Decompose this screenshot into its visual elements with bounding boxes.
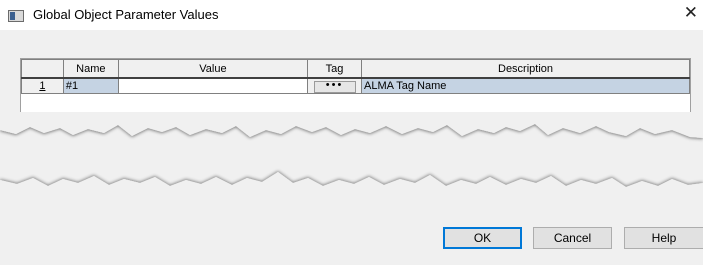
ellipsis-icon[interactable]: ••• (313, 80, 356, 93)
parameter-table: Name Value Tag Description 1 #1 ••• ALMA… (21, 59, 690, 94)
window-title: Global Object Parameter Values (33, 7, 219, 22)
name-column-header[interactable]: Name (62, 59, 119, 79)
close-icon[interactable]: ✕ (684, 3, 698, 23)
description-column-header[interactable]: Description (361, 59, 690, 79)
help-button[interactable]: Help (624, 227, 703, 249)
tag-column-header[interactable]: Tag (307, 59, 363, 79)
dialog-body: Name Value Tag Description 1 #1 ••• ALMA… (0, 30, 703, 265)
title-bar: Global Object Parameter Values ✕ (0, 0, 703, 30)
ok-button[interactable]: OK (443, 227, 522, 249)
description-cell[interactable]: ALMA Tag Name (361, 77, 690, 94)
parameter-grid: Name Value Tag Description 1 #1 ••• ALMA… (20, 58, 691, 120)
window-icon (8, 10, 24, 22)
row-number-header (21, 59, 64, 79)
value-cell[interactable] (117, 77, 309, 94)
torn-edge-bottom (0, 172, 703, 207)
name-cell[interactable]: #1 (62, 77, 119, 94)
cancel-button[interactable]: Cancel (533, 227, 612, 249)
row-number[interactable]: 1 (21, 77, 64, 94)
torn-edge-top (0, 112, 703, 138)
value-column-header[interactable]: Value (117, 59, 309, 79)
tag-cell[interactable]: ••• (307, 77, 363, 94)
table-row[interactable]: 1 #1 ••• ALMA Tag Name (21, 77, 690, 94)
grid-header-row: Name Value Tag Description (21, 59, 690, 79)
